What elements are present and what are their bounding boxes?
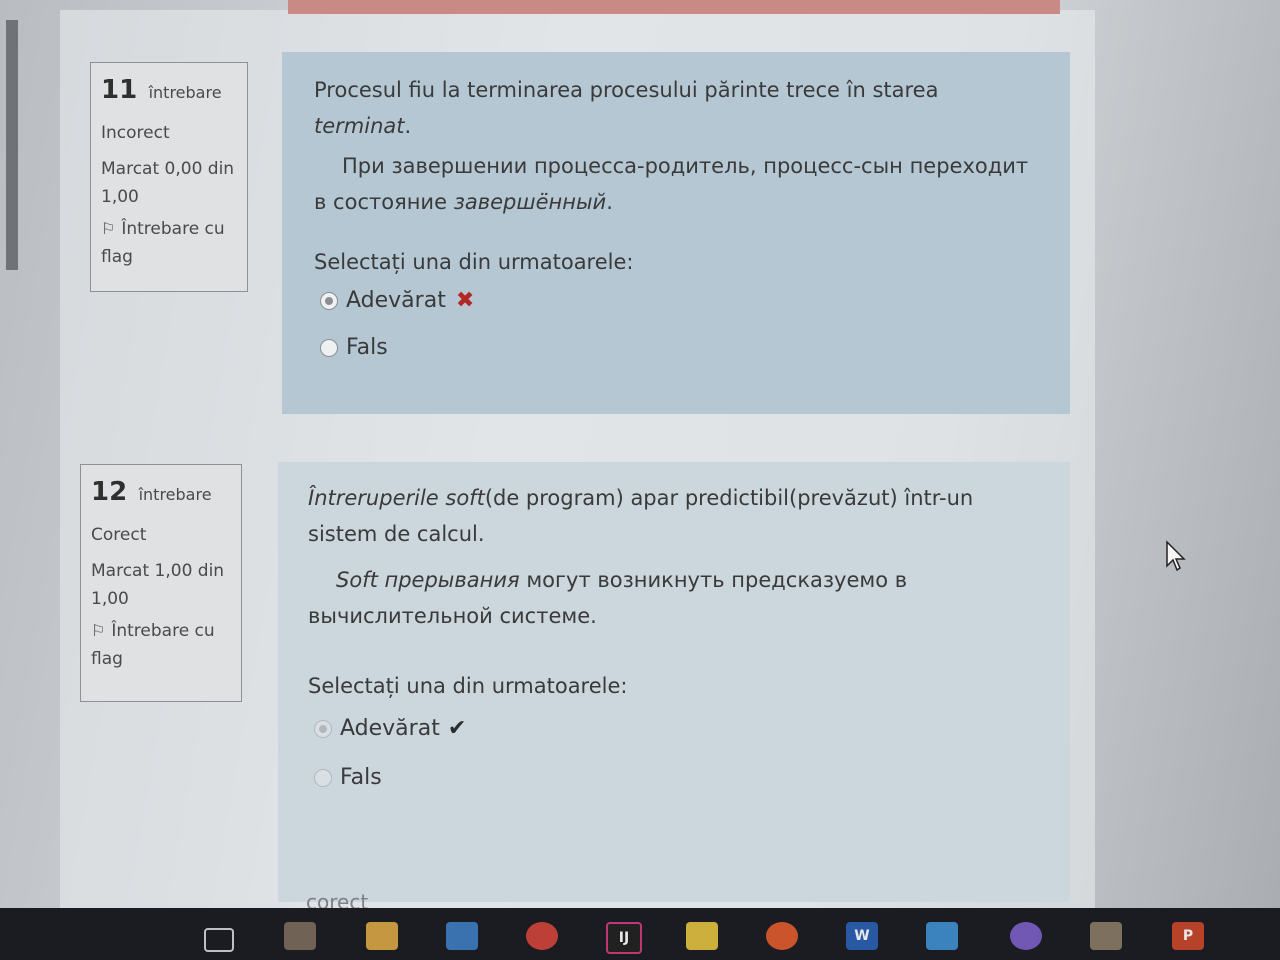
question-text-ru: Soft прерывания могут возникнуть предска…	[308, 568, 908, 628]
flag-question-link[interactable]: ⚐ Întrebare cu flag	[91, 617, 231, 673]
option-false[interactable]: Fals	[320, 335, 1038, 360]
italic-term-ru: Soft прерывания	[336, 568, 520, 592]
chrome-icon[interactable]	[526, 922, 558, 950]
mail-icon[interactable]	[446, 922, 478, 950]
option-false[interactable]: Fals	[314, 765, 1040, 790]
notes-icon[interactable]	[686, 922, 718, 950]
option-true[interactable]: Adevărat ✖	[320, 288, 1038, 313]
option-label-false: Fals	[346, 335, 388, 360]
italic-term: Întreruperile soft	[308, 486, 485, 510]
flag-question-link[interactable]: ⚐ Întrebare cu flag	[101, 215, 237, 271]
radio-false[interactable]	[314, 768, 332, 787]
question-mark: Marcat 1,00 din 1,00	[91, 561, 225, 609]
intellij-icon[interactable]: IJ	[606, 922, 642, 954]
ubuntu-icon[interactable]	[766, 922, 798, 950]
mouse-cursor-icon	[1166, 540, 1186, 572]
question-11-info: 11 întrebare Incorect Marcat 0,00 din 1,…	[90, 62, 248, 292]
question-text-ro: Întreruperile soft(de program) apar pred…	[308, 486, 974, 546]
flag-icon: ⚐	[91, 621, 106, 640]
question-12-panel: Întreruperile soft(de program) apar pred…	[278, 462, 1070, 902]
flag-icon: ⚐	[101, 219, 116, 238]
check-icon: ✔	[447, 716, 467, 741]
radio-false[interactable]	[320, 338, 338, 357]
powerpoint-icon[interactable]: P	[1172, 922, 1204, 950]
option-label-false: Fals	[340, 765, 382, 790]
question-status: Corect	[91, 525, 147, 545]
word-icon[interactable]: W	[846, 922, 878, 950]
radio-true[interactable]	[314, 719, 332, 738]
radio-true[interactable]	[320, 291, 338, 310]
question-mark: Marcat 0,00 din 1,00	[101, 159, 235, 207]
question-text-ro: Procesul fiu la terminarea procesului pă…	[314, 78, 939, 138]
answer-prompt: Selectați una din urmatoarele:	[314, 250, 634, 274]
question-text-ru: При завершении процесса-родитель, процес…	[314, 154, 1029, 214]
viber-icon[interactable]	[1010, 922, 1042, 950]
option-true[interactable]: Adevărat ✔	[314, 716, 1040, 741]
chart-icon[interactable]	[284, 922, 316, 950]
folder-icon[interactable]	[366, 922, 398, 950]
italic-term: terminat	[314, 114, 405, 138]
x-icon: ✖	[455, 288, 475, 313]
question-label: întrebare	[138, 485, 212, 504]
sticky-icon[interactable]	[1090, 922, 1122, 950]
question-number: 11	[101, 75, 138, 105]
answer-prompt: Selectați una din urmatoarele:	[308, 674, 628, 698]
question-12-info: 12 întrebare Corect Marcat 1,00 din 1,00…	[80, 464, 242, 702]
question-label: întrebare	[148, 83, 222, 102]
question-status: Incorect	[101, 123, 170, 143]
camera-icon[interactable]	[926, 922, 958, 950]
option-label-true: Adevărat	[346, 288, 446, 313]
left-scrollbar[interactable]	[6, 20, 18, 270]
question-number: 12	[91, 477, 128, 507]
option-label-true: Adevărat	[340, 716, 440, 741]
flag-label: Întrebare cu flag	[91, 621, 215, 669]
task-view-icon[interactable]	[204, 928, 234, 952]
flag-label: Întrebare cu flag	[101, 219, 225, 267]
italic-term-ru: завершённый	[453, 190, 607, 214]
top-header-bar	[288, 0, 1060, 14]
question-11-panel: Procesul fiu la terminarea procesului pă…	[282, 52, 1070, 414]
